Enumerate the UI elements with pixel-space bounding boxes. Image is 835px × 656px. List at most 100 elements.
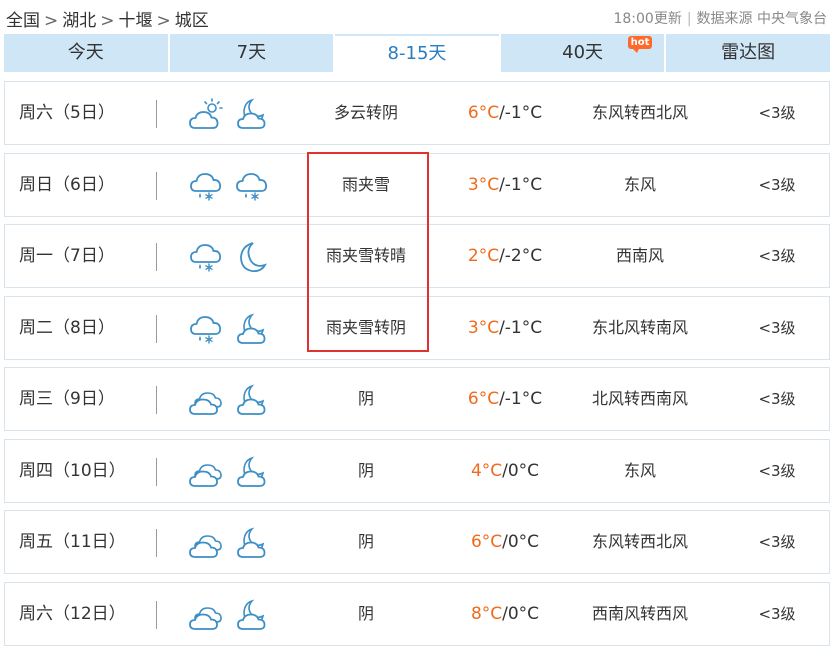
weather-description: 阴: [357, 532, 374, 551]
wind-level: <3级: [758, 247, 796, 265]
wind-direction: 东北风转南风: [591, 317, 688, 337]
temp-low: /0°C: [502, 603, 540, 624]
weather-icons: [187, 169, 277, 203]
tab-8-15-days[interactable]: 8-15天: [335, 34, 499, 72]
wind-direction: 东风转西北风: [591, 103, 688, 122]
weather-icons: [187, 383, 277, 417]
temperature: 3°C/-1°C: [445, 154, 565, 216]
hot-badge: hot: [627, 36, 653, 53]
clear-night-icon: [240, 242, 267, 273]
overcast-icon: [189, 463, 222, 487]
tab-radar[interactable]: 雷达图: [666, 34, 830, 72]
forecast-row: 周日（6日） 雨夹雪 3°C/-1°C 东风 <3级: [4, 152, 830, 217]
forecast-day: 周二（8日）: [19, 317, 115, 338]
temp-low: /-2°C: [499, 246, 543, 266]
temp-low: /-1°C: [499, 317, 543, 338]
weather-icons: [187, 240, 277, 274]
weather-icons: [187, 97, 277, 131]
temperature: 3°C/-1°C: [445, 297, 565, 359]
forecast-row: 周一（7日） 雨夹雪转晴 2°C/-2°C 西南风 <3级: [4, 224, 830, 288]
meta-divider: |: [686, 11, 692, 27]
temperature: 6°C/0°C: [445, 511, 565, 573]
overcast-icon: [189, 392, 222, 415]
cloudy-night-icon: [237, 527, 266, 558]
weather-description: 雨夹雪: [341, 174, 390, 194]
forecast-list: 周六（5日） 多云转阴 6°C/-1°C 东风转西北风 <3级 周日（6日） 雨夹雪 3°C/…: [4, 81, 830, 653]
temp-low: /0°C: [502, 532, 540, 552]
forecast-day: 周日（6日）: [19, 174, 115, 195]
breadcrumb-national[interactable]: 全国: [6, 11, 40, 31]
forecast-row: 周五（11日） 阴 6°C/0°C 东风转西北风 <3级: [4, 510, 830, 574]
temp-high: 4°C: [470, 460, 503, 481]
temp-low: /0°C: [502, 460, 540, 481]
overcast-icon: [189, 606, 222, 630]
column-divider: [156, 386, 157, 414]
wind-direction: 西南风: [615, 246, 664, 265]
breadcrumb-separator: >: [156, 11, 171, 31]
column-divider: [156, 600, 157, 629]
breadcrumb-separator: >: [100, 11, 115, 31]
forecast-day: 周一（7日）: [19, 246, 115, 266]
update-time: 18:00更新: [613, 11, 682, 27]
sleet-icon: [236, 172, 268, 201]
temp-high: 6°C: [467, 103, 500, 123]
temp-high: 2°C: [467, 246, 500, 266]
breadcrumb-hubei[interactable]: 湖北: [62, 11, 96, 31]
tab-today[interactable]: 今天: [4, 34, 168, 72]
weather-description: 多云转阴: [333, 103, 398, 122]
column-divider: [156, 529, 157, 557]
forecast-row: 周六（12日） 阴 8°C/0°C 西南风转西风 <3级: [4, 581, 830, 646]
update-info: 18:00更新 | 数据来源 中央气象台: [613, 8, 827, 28]
temp-high: 8°C: [470, 603, 503, 624]
overcast-icon: [189, 535, 222, 558]
weather-description: 雨夹雪转阴: [325, 317, 406, 337]
wind-direction: 东风: [623, 460, 656, 480]
temp-high: 3°C: [467, 317, 500, 338]
temp-low: /-1°C: [499, 174, 543, 195]
forecast-day: 周三（9日）: [19, 389, 115, 409]
weather-icons: [187, 526, 277, 560]
cloudy-night-icon: [237, 455, 266, 487]
temp-low: /-1°C: [499, 389, 543, 409]
temp-high: 3°C: [467, 174, 500, 195]
wind-level: <3级: [758, 318, 796, 337]
tab-40-days-label: 40天: [562, 42, 604, 63]
wind-direction: 东风转西北风: [591, 532, 688, 551]
breadcrumb-shiyan[interactable]: 十堰: [119, 11, 153, 31]
weather-icons: [187, 455, 277, 489]
source-label: 数据来源: [696, 11, 753, 27]
weather-icons: [187, 598, 277, 632]
column-divider: [156, 457, 157, 486]
temp-high: 6°C: [467, 389, 500, 409]
forecast-tabs: 今天 7天 8-15天 40天 hot 雷达图: [4, 34, 830, 72]
temp-low: /-1°C: [499, 103, 543, 123]
weather-description: 阴: [357, 603, 374, 623]
weather-description: 雨夹雪转晴: [325, 246, 406, 265]
wind-level: <3级: [758, 104, 796, 122]
forecast-day: 周六（5日）: [19, 103, 115, 123]
wind-direction: 北风转西南风: [591, 389, 688, 408]
wind-level: <3级: [758, 175, 796, 194]
forecast-day: 周四（10日）: [19, 460, 126, 481]
weather-description: 阴: [357, 389, 374, 408]
breadcrumb-district[interactable]: 城区: [175, 11, 209, 31]
column-divider: [156, 243, 157, 271]
wind-direction: 东风: [623, 174, 656, 194]
breadcrumb-separator: >: [44, 11, 59, 31]
breadcrumb: 全国 > 湖北 > 十堰 > 城区: [6, 6, 209, 31]
cloudy-night-icon: [237, 98, 266, 129]
tab-7-days[interactable]: 7天: [169, 34, 334, 72]
column-divider: [156, 100, 157, 128]
temp-high: 6°C: [470, 532, 503, 552]
wind-level: <3级: [758, 390, 796, 408]
temperature: 6°C/-1°C: [445, 368, 565, 430]
temperature: 2°C/-2°C: [445, 225, 565, 287]
sleet-icon: [190, 244, 222, 272]
cloudy-night-icon: [237, 384, 266, 415]
tab-40-days[interactable]: 40天 hot: [500, 34, 665, 72]
top-bar: 全国 > 湖北 > 十堰 > 城区 18:00更新 | 数据来源 中央气象台: [0, 0, 835, 34]
cloudy-night-icon: [237, 598, 266, 630]
partly-cloudy-day-icon: [189, 98, 223, 129]
wind-level: <3级: [758, 461, 796, 480]
temperature: 6°C/-1°C: [445, 82, 565, 144]
